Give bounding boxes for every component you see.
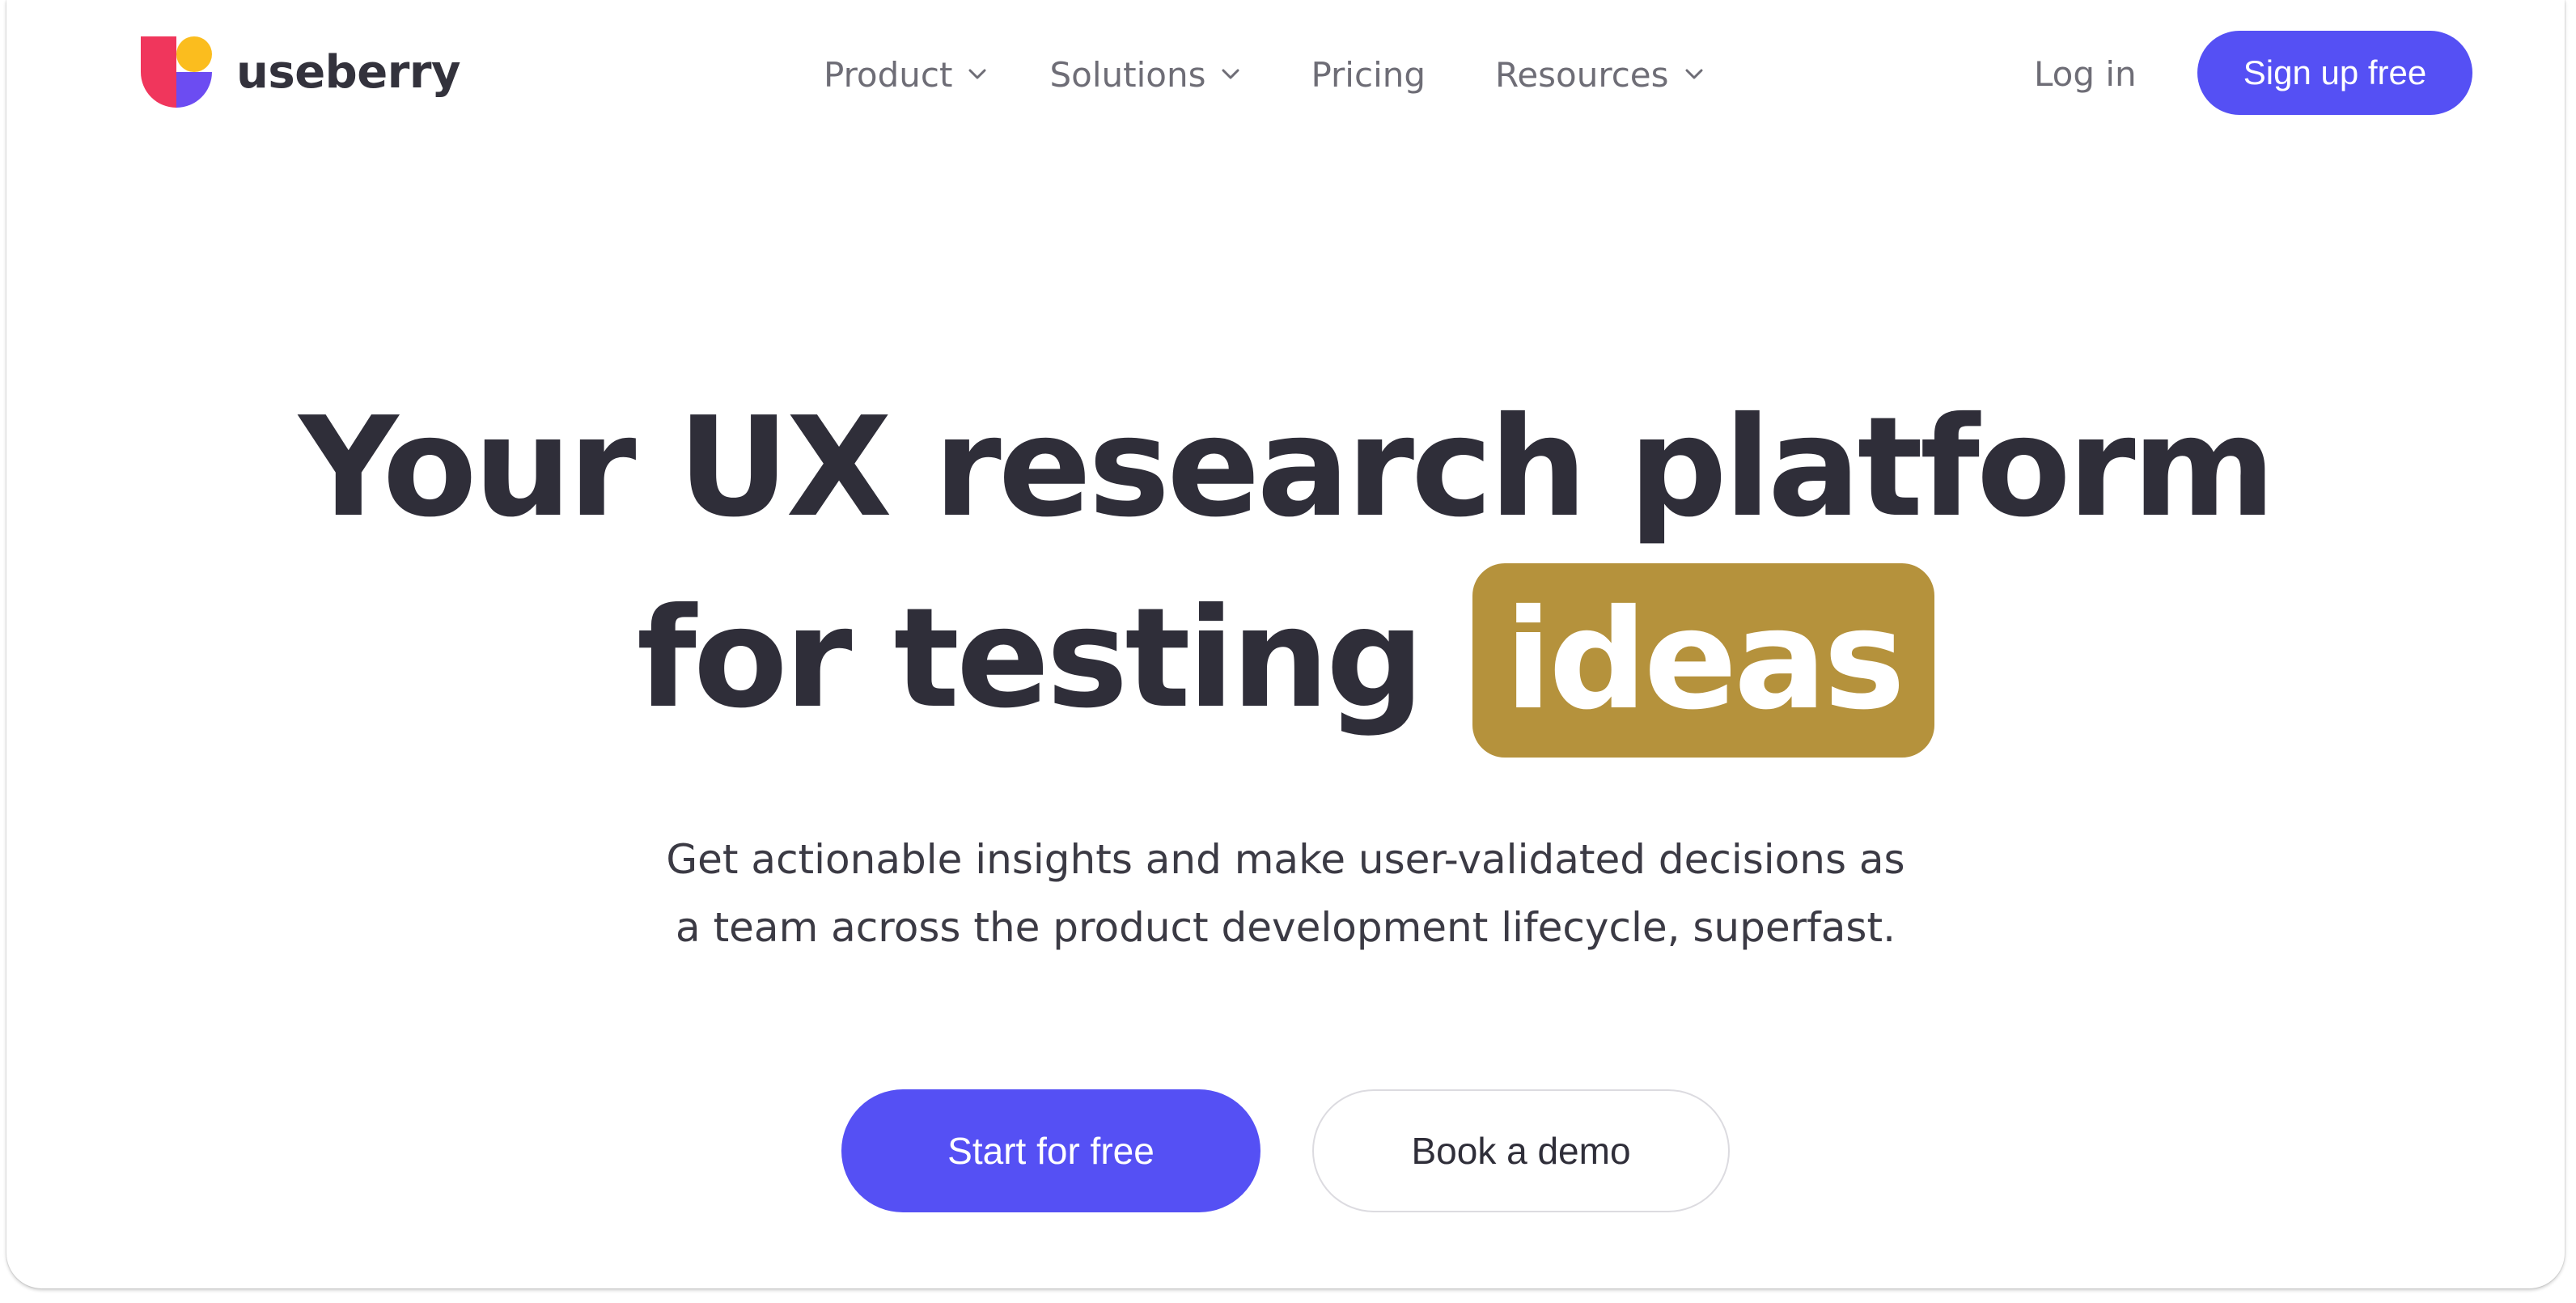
book-a-demo-button[interactable]: Book a demo — [1312, 1089, 1730, 1212]
hero-subtitle: Get actionable insights and make user-va… — [6, 826, 2565, 961]
hero-title-line-1: Your UX research platform — [299, 388, 2275, 548]
chevron-down-icon — [1222, 69, 1239, 79]
nav-item-pricing[interactable]: Pricing — [1311, 55, 1426, 95]
hero-subtitle-line-2: a team across the product development li… — [676, 904, 1896, 951]
nav-item-label: Product — [824, 54, 953, 95]
nav-item-solutions[interactable]: Solutions — [1049, 55, 1239, 95]
hero-title-line-2: for testing ideas — [6, 563, 2565, 758]
main-menu: Product Solutions Pricing Resources — [824, 47, 1703, 102]
nav-item-resources[interactable]: Resources — [1495, 55, 1703, 95]
brand-name: useberry — [236, 45, 460, 99]
useberry-logo-icon — [141, 36, 212, 108]
signup-button[interactable]: Sign up free — [2197, 31, 2472, 115]
home-logo-link[interactable]: useberry — [141, 34, 460, 110]
nav-item-label: Solutions — [1049, 54, 1206, 95]
browser-page: useberry Product Solutions Pricing Resou… — [6, 0, 2565, 1288]
hero-title: Your UX research platform for testing id… — [6, 372, 2565, 758]
nav-item-label: Pricing — [1311, 54, 1426, 95]
top-navigation: useberry Product Solutions Pricing Resou… — [6, 0, 2565, 149]
start-for-free-button[interactable]: Start for free — [841, 1089, 1260, 1212]
hero-cta-group: Start for free Book a demo — [6, 1089, 2565, 1212]
hero-subtitle-line-1: Get actionable insights and make user-va… — [666, 836, 1905, 883]
chevron-down-icon — [968, 69, 986, 79]
nav-item-product[interactable]: Product — [824, 55, 986, 95]
login-link[interactable]: Log in — [2034, 47, 2137, 102]
hero-title-prefix: for testing — [636, 579, 1425, 739]
chevron-down-icon — [1685, 69, 1703, 79]
hero-title-highlight: ideas — [1472, 563, 1935, 758]
nav-item-label: Resources — [1495, 54, 1669, 95]
